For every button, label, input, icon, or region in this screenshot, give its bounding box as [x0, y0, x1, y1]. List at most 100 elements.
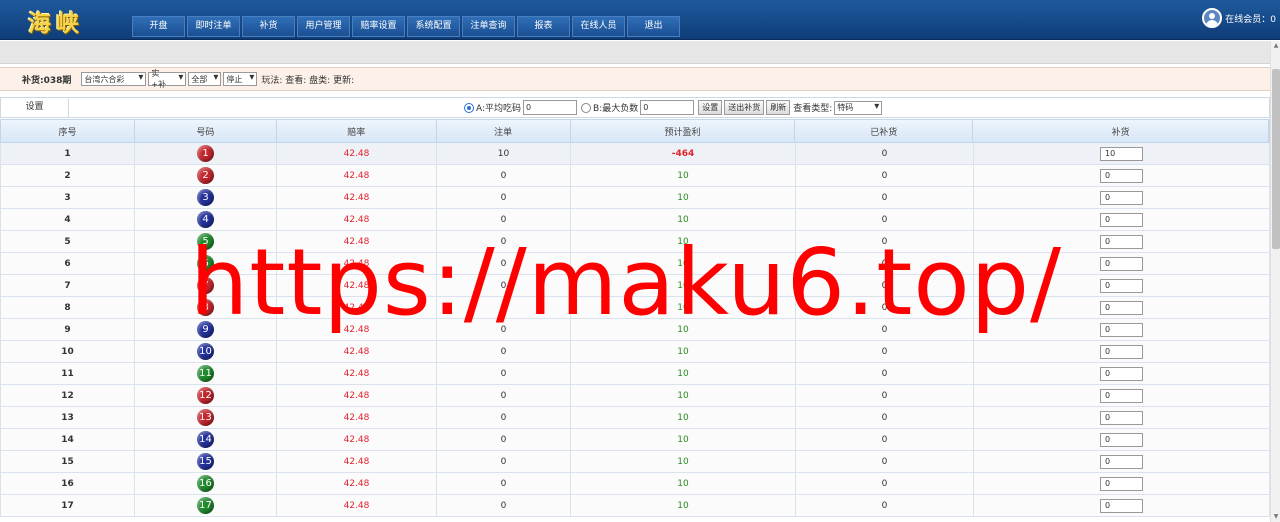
odds-value: 42.48: [343, 302, 370, 313]
nav-bet-query[interactable]: 注单查询: [462, 16, 515, 37]
scroll-down-arrow-icon[interactable]: ▼: [1272, 512, 1280, 522]
cell-bets: 0: [437, 253, 571, 274]
view-type-select[interactable]: 特码: [834, 100, 883, 115]
supply-input[interactable]: 0: [1100, 256, 1143, 271]
cell-number: 11: [135, 363, 277, 384]
supply-input[interactable]: 0: [1100, 212, 1143, 227]
nav-logout[interactable]: 退出: [627, 16, 680, 37]
odds-value: 42.48: [343, 346, 370, 357]
seq-value: 2: [64, 170, 71, 181]
nav-system-config[interactable]: 系统配置: [407, 16, 460, 37]
seq-value: 14: [61, 434, 74, 445]
cell-odds: 42.48: [277, 473, 437, 494]
cell-filled: 0: [796, 231, 974, 252]
nav-online-users[interactable]: 在线人员: [572, 16, 625, 37]
odds-value: 42.48: [343, 412, 370, 423]
supply-input[interactable]: 0: [1100, 432, 1143, 447]
option-b-radio[interactable]: [581, 102, 592, 113]
cell-seq: 3: [1, 187, 135, 208]
table-row: 12 12 42.48 0 10 0 0: [0, 385, 1270, 407]
supply-input[interactable]: 0: [1100, 476, 1143, 491]
odds-value: 42.48: [343, 324, 370, 335]
supply-input[interactable]: 0: [1100, 344, 1143, 359]
table-row: 2 2 42.48 0 10 0 0: [0, 165, 1270, 187]
supply-input[interactable]: 0: [1100, 168, 1143, 183]
supply-input[interactable]: 0: [1100, 300, 1143, 315]
cell-odds: 42.48: [277, 319, 437, 340]
option-b-label: B:最大负数: [593, 104, 639, 114]
supply-input[interactable]: 0: [1100, 322, 1143, 337]
cell-number: 10: [135, 341, 277, 362]
cell-bets: 10: [437, 143, 571, 164]
supply-input[interactable]: 10: [1100, 146, 1143, 161]
nav-live-bets[interactable]: 即时注单: [187, 16, 240, 37]
filled-value: 0: [881, 302, 888, 313]
supply-input[interactable]: 0: [1100, 498, 1143, 513]
cell-seq: 6: [1, 253, 135, 274]
filled-value: 0: [881, 368, 888, 379]
cell-bets: 0: [437, 495, 571, 516]
table-row: 11 11 42.48 0 10 0 0: [0, 363, 1270, 385]
profit-value: 10: [677, 324, 689, 335]
bets-value: 0: [500, 368, 507, 379]
period-label: 补货:038期: [22, 75, 72, 86]
profit-value: 10: [677, 368, 689, 379]
cell-profit: 10: [571, 231, 796, 252]
nav-odds-settings[interactable]: 赔率设置: [352, 16, 405, 37]
supply-input[interactable]: 0: [1100, 234, 1143, 249]
bets-value: 0: [500, 236, 507, 247]
odds-value: 42.48: [343, 236, 370, 247]
cell-profit: 10: [571, 165, 796, 186]
supply-input[interactable]: 0: [1100, 454, 1143, 469]
cell-seq: 7: [1, 275, 135, 296]
supply-input[interactable]: 0: [1100, 410, 1143, 425]
nav-reports[interactable]: 报表: [517, 16, 570, 37]
nav-open-market[interactable]: 开盘: [132, 16, 185, 37]
option-a-input[interactable]: 0: [523, 100, 578, 115]
supply-input[interactable]: 0: [1100, 190, 1143, 205]
refresh-button[interactable]: 刷新: [766, 100, 791, 115]
profit-value: 10: [677, 214, 689, 225]
cell-seq: 1: [1, 143, 135, 164]
table-row: 15 15 42.48 0 10 0 0: [0, 451, 1270, 473]
cell-profit: 10: [571, 209, 796, 230]
status-select[interactable]: 停止: [223, 72, 258, 86]
supply-input[interactable]: 0: [1100, 388, 1143, 403]
number-ball: 15: [197, 453, 214, 470]
range-select[interactable]: 全部: [188, 72, 222, 86]
cell-bets: 0: [437, 451, 571, 472]
profit-value: 10: [677, 478, 689, 489]
odds-value: 42.48: [343, 500, 370, 511]
lottery-select[interactable]: 台湾六合彩: [81, 72, 147, 86]
nav-user-management[interactable]: 用户管理: [297, 16, 350, 37]
set-button[interactable]: 设置: [698, 100, 723, 115]
cell-bets: 0: [437, 297, 571, 318]
cell-supply: 0: [974, 451, 1270, 472]
odds-value: 42.48: [343, 170, 370, 181]
option-a-radio[interactable]: [464, 102, 474, 113]
odds-value: 42.48: [343, 478, 370, 489]
nav-replenish[interactable]: 补货: [242, 16, 295, 37]
cell-profit: 10: [571, 429, 796, 450]
page-scrollbar[interactable]: ▲ ▼: [1270, 41, 1280, 522]
cell-odds: 42.48: [277, 429, 437, 450]
supply-input[interactable]: 0: [1100, 278, 1143, 293]
send-replenish-button[interactable]: 送出补货: [724, 100, 765, 115]
cell-filled: 0: [796, 187, 974, 208]
bets-value: 10: [497, 148, 510, 159]
supply-input[interactable]: 0: [1100, 366, 1143, 381]
cell-seq: 13: [1, 407, 135, 428]
scroll-up-arrow-icon[interactable]: ▲: [1272, 41, 1280, 51]
seq-value: 8: [64, 302, 71, 313]
header-filled: 已补货: [795, 120, 974, 142]
option-b-input[interactable]: 0: [640, 100, 695, 115]
mode-select[interactable]: 实+补: [148, 69, 187, 89]
cell-number: 9: [135, 319, 277, 340]
scroll-thumb[interactable]: [1272, 69, 1280, 249]
cell-seq: 16: [1, 473, 135, 494]
bets-value: 0: [500, 302, 507, 313]
table-row: 16 16 42.48 0 10 0 0: [0, 473, 1270, 495]
cell-seq: 12: [1, 385, 135, 406]
cell-odds: 42.48: [277, 341, 437, 362]
filter-info: 玩法: 查看: 盘类: 更新:: [261, 75, 355, 86]
